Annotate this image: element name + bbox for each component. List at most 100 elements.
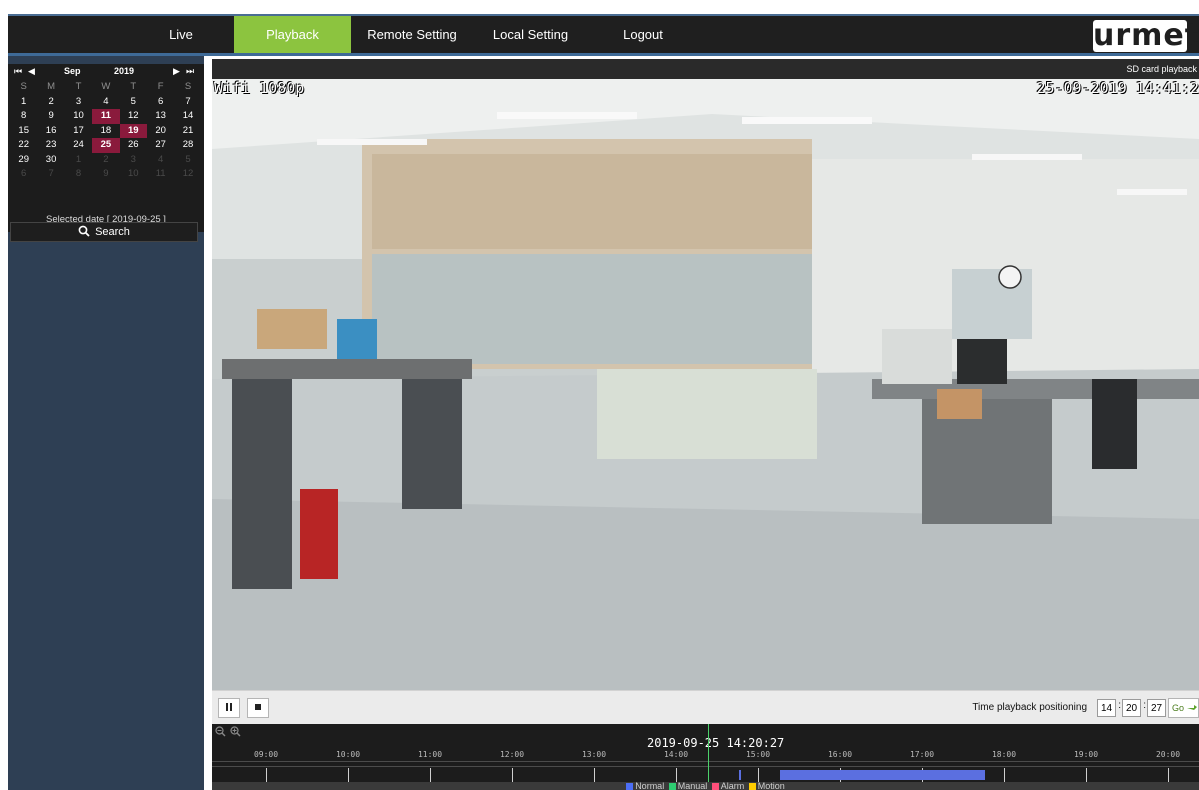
calendar-day-other-month[interactable]: 9 xyxy=(92,167,119,182)
legend-manual: Manual xyxy=(668,781,708,790)
calendar-day-other-month[interactable]: 3 xyxy=(120,153,147,168)
calendar-day[interactable]: 22 xyxy=(10,138,37,153)
search-button-label: Search xyxy=(95,226,130,238)
pause-button[interactable] xyxy=(218,698,240,718)
calendar-day[interactable]: 14 xyxy=(174,109,201,124)
calendar-day[interactable]: 4 xyxy=(92,95,119,110)
calendar-day[interactable]: 26 xyxy=(120,138,147,153)
nav-tab-playback[interactable]: Playback xyxy=(234,16,351,53)
calendar-day[interactable]: 23 xyxy=(37,138,64,153)
calendar-day[interactable]: 2 xyxy=(37,95,64,110)
timeline-hour-label: 19:00 xyxy=(1073,750,1099,759)
calendar-day-other-month[interactable]: 11 xyxy=(147,167,174,182)
calendar-day[interactable]: 20 xyxy=(147,124,174,139)
nav-tab-logout[interactable]: Logout xyxy=(593,16,693,53)
calendar-week-row: 29 30 1 2 3 4 5 xyxy=(10,153,202,168)
minute-input[interactable] xyxy=(1122,699,1141,717)
calendar-day-other-month[interactable]: 4 xyxy=(147,153,174,168)
timeline-hour-label: 15:00 xyxy=(745,750,771,759)
calendar-day[interactable]: 6 xyxy=(147,95,174,110)
prev-year-icon[interactable]: ⏮ xyxy=(14,66,22,77)
calendar-day[interactable]: 29 xyxy=(10,153,37,168)
playback-timeline[interactable]: 2019-09-25 14:20:27 09:00 10:00 11:00 12… xyxy=(212,724,1199,790)
timeline-tick xyxy=(1168,768,1169,782)
legend-label: Normal xyxy=(635,781,665,790)
timeline-recording-track[interactable] xyxy=(212,768,1199,782)
calendar-day[interactable]: 21 xyxy=(174,124,201,139)
go-button[interactable]: Go xyxy=(1168,698,1199,718)
stop-button[interactable] xyxy=(247,698,269,718)
search-button[interactable]: Search xyxy=(10,222,198,242)
calendar-week-row: 6 7 8 9 10 11 12 xyxy=(10,167,202,182)
timeline-tick xyxy=(266,768,267,782)
calendar: ⏮ ◀ Sep 2019 ▶ ⏭ S M T W T F S 1 2 3 4 5… xyxy=(8,64,204,232)
timeline-legend: Normal Manual Alarm Motion xyxy=(212,782,1199,790)
nav-tab-local-setting[interactable]: Local Setting xyxy=(478,16,583,53)
next-year-icon[interactable]: ⏭ xyxy=(186,66,194,77)
nav-tab-remote-setting[interactable]: Remote Setting xyxy=(358,16,466,53)
calendar-day[interactable]: 1 xyxy=(10,95,37,110)
calendar-day[interactable]: 10 xyxy=(65,109,92,124)
timeline-tick xyxy=(430,768,431,782)
calendar-day-other-month[interactable]: 5 xyxy=(174,153,201,168)
legend-alarm: Alarm xyxy=(711,782,744,790)
timeline-tick xyxy=(1004,768,1005,782)
calendar-day[interactable]: 12 xyxy=(120,109,147,124)
hour-input[interactable] xyxy=(1097,699,1116,717)
calendar-week-row: 8 9 10 11 12 13 14 xyxy=(10,109,202,124)
legend-label: Manual xyxy=(677,781,708,790)
calendar-day[interactable]: 30 xyxy=(37,153,64,168)
calendar-day[interactable]: 17 xyxy=(65,124,92,139)
legend-motion: Motion xyxy=(748,781,785,790)
recording-segment-normal[interactable] xyxy=(780,770,985,780)
calendar-day-recorded[interactable]: 19 xyxy=(119,123,147,138)
zoom-in-icon[interactable] xyxy=(230,726,242,738)
timeline-hour-label: 13:00 xyxy=(581,750,607,759)
calendar-day[interactable]: 15 xyxy=(10,124,37,139)
calendar-day[interactable]: 24 xyxy=(65,138,92,153)
calendar-week-row: 1 2 3 4 5 6 7 xyxy=(10,95,202,110)
calendar-day-other-month[interactable]: 7 xyxy=(37,167,64,182)
timeline-upper-track xyxy=(212,761,1199,767)
calendar-year[interactable]: 2019 xyxy=(114,66,134,76)
calendar-month[interactable]: Sep xyxy=(64,66,81,76)
prev-month-icon[interactable]: ◀ xyxy=(28,66,35,77)
legend-swatch xyxy=(626,783,634,790)
calendar-day-other-month[interactable]: 1 xyxy=(65,153,92,168)
calendar-day-other-month[interactable]: 6 xyxy=(10,167,37,182)
calendar-day[interactable]: 3 xyxy=(65,95,92,110)
calendar-day[interactable]: 13 xyxy=(147,109,174,124)
second-input[interactable] xyxy=(1147,699,1166,717)
calendar-day-other-month[interactable]: 2 xyxy=(92,153,119,168)
calendar-day[interactable]: 8 xyxy=(10,109,37,124)
next-month-icon[interactable]: ▶ xyxy=(173,66,180,77)
calendar-weekday-row: S M T W T F S xyxy=(10,80,202,95)
calendar-day[interactable]: 9 xyxy=(37,109,64,124)
recording-segment-normal[interactable] xyxy=(739,770,741,780)
calendar-day[interactable]: 16 xyxy=(37,124,64,139)
calendar-day[interactable]: 27 xyxy=(147,138,174,153)
weekday-label: M xyxy=(47,81,56,92)
time-positioning-label: Time playback positioning xyxy=(972,702,1087,713)
timeline-tick xyxy=(1086,768,1087,782)
calendar-day-other-month[interactable]: 12 xyxy=(174,167,201,182)
legend-label: Motion xyxy=(757,781,785,790)
calendar-day[interactable]: 7 xyxy=(174,95,201,110)
timeline-tick xyxy=(676,768,677,782)
calendar-day[interactable]: 28 xyxy=(174,138,201,153)
search-icon xyxy=(78,225,90,237)
playback-video[interactable]: Wifi 1080p 25-09-2019 14:41:2 xyxy=(212,79,1199,690)
calendar-day[interactable]: 18 xyxy=(92,124,119,139)
calendar-day-other-month[interactable]: 10 xyxy=(120,167,147,182)
timeline-hour-label: 10:00 xyxy=(335,750,361,759)
calendar-day-recorded[interactable]: 11 xyxy=(92,109,120,124)
calendar-day[interactable]: 5 xyxy=(120,95,147,110)
nav-tab-live[interactable]: Live xyxy=(126,16,236,53)
playback-controls: Time playback positioning : : Go xyxy=(212,690,1199,724)
timeline-tick xyxy=(594,768,595,782)
calendar-day-other-month[interactable]: 8 xyxy=(65,167,92,182)
timeline-playhead[interactable] xyxy=(708,724,709,782)
calendar-day-selected[interactable]: 25 xyxy=(92,138,120,153)
zoom-out-icon[interactable] xyxy=(215,726,227,738)
weekday-label: S xyxy=(184,81,192,92)
